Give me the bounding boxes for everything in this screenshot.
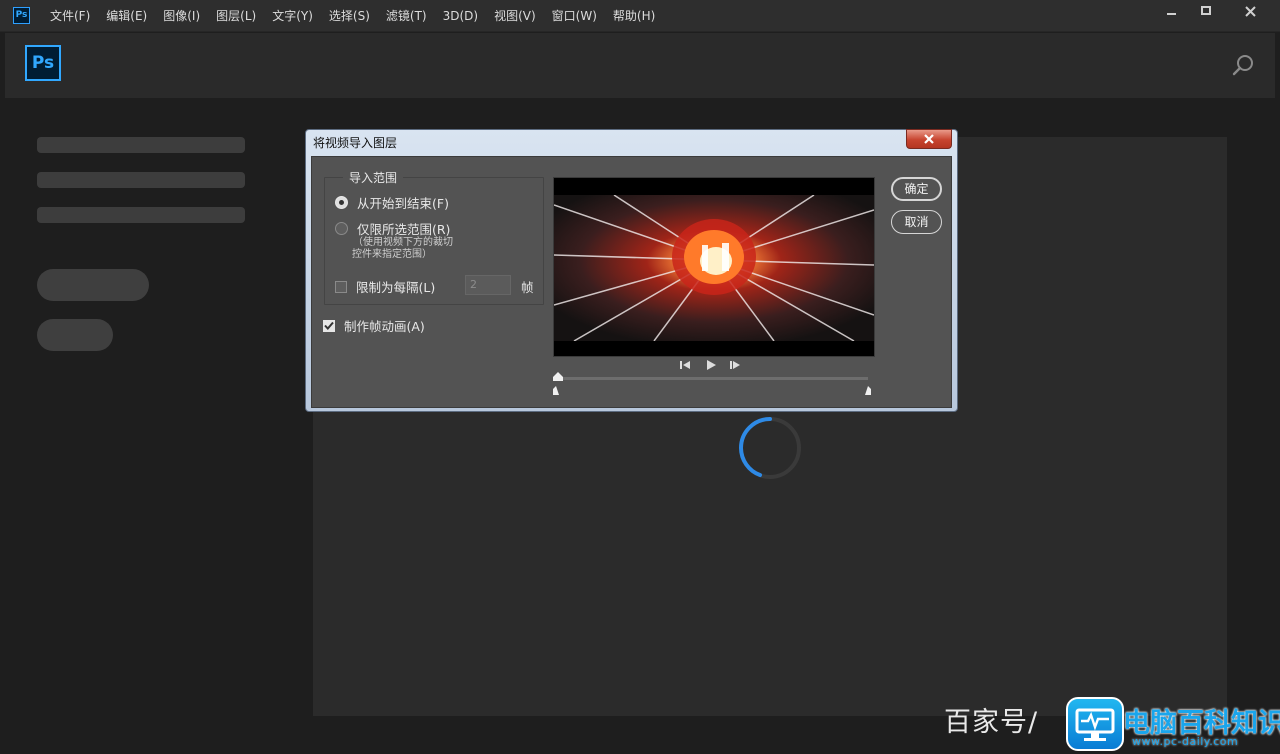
range-hint-line2: 控件来指定范围）: [352, 249, 432, 260]
make-frame-animation-row[interactable]: 制作帧动画(A): [323, 316, 425, 335]
limit-every-input[interactable]: 2: [465, 275, 511, 295]
menu-type[interactable]: 文字(Y): [264, 0, 321, 32]
skeleton-line: [37, 137, 245, 153]
menu-bar: Ps 文件(F) 编辑(E) 图像(I) 图层(L) 文字(Y) 选择(S) 滤…: [0, 0, 1280, 32]
limit-every-checkbox[interactable]: [335, 280, 347, 293]
import-range-label: 导入范围: [343, 169, 404, 186]
radio-selected-range[interactable]: 仅限所选范围(R): [335, 219, 450, 238]
video-frame-image: [554, 195, 874, 341]
import-range-group: 导入范围 从开始到结束(F) 仅限所选范围(R) （使用视频下方的裁切 控件来指…: [324, 169, 544, 305]
menu-filter[interactable]: 滤镜(T): [378, 0, 435, 32]
radio-unchecked-icon[interactable]: [335, 222, 348, 235]
watermark-source-text: 百家号/: [944, 707, 1039, 738]
close-icon: [924, 134, 934, 144]
minimize-icon: [1167, 13, 1176, 15]
limit-every-label: 限制为每隔(L): [356, 280, 436, 295]
menu-3d[interactable]: 3D(D): [435, 0, 486, 32]
range-hint-line1: （使用视频下方的裁切: [353, 237, 453, 248]
menu-select[interactable]: 选择(S): [321, 0, 378, 32]
dialog-body: 导入范围 从开始到结束(F) 仅限所选范围(R) （使用视频下方的裁切 控件来指…: [311, 156, 952, 408]
watermark-badge: 电脑百科知识 www.pc-daily.com: [1066, 695, 1280, 751]
menu-view[interactable]: 视图(V): [486, 0, 544, 32]
make-frame-animation-checkbox[interactable]: [323, 319, 335, 332]
menu-image[interactable]: 图像(I): [155, 0, 208, 32]
video-preview: [553, 177, 875, 357]
menu-edit[interactable]: 编辑(E): [98, 0, 155, 32]
skeleton-line: [37, 172, 245, 188]
cancel-button[interactable]: 取消: [891, 210, 942, 234]
ok-button[interactable]: 确定: [891, 177, 942, 201]
dialog-title: 将视频导入图层: [313, 136, 398, 150]
video-timeline[interactable]: [556, 377, 868, 380]
close-icon: [1244, 5, 1256, 17]
playback-controls: [680, 360, 742, 370]
window-controls: [1155, 0, 1277, 22]
photoshop-logo: Ps: [25, 45, 61, 81]
search-icon[interactable]: [1231, 53, 1255, 77]
app-header: Ps: [5, 33, 1275, 98]
radio-checked-icon[interactable]: [335, 196, 348, 209]
app-icon[interactable]: Ps: [13, 7, 30, 24]
radio-selected-range-label: 仅限所选范围(R): [357, 222, 451, 237]
make-frame-animation-label: 制作帧动画(A): [344, 319, 425, 334]
import-video-dialog: 将视频导入图层 导入范围 从开始到结束(F) 仅限所选范围(R) （使用视频下方…: [305, 129, 958, 412]
checkmark-icon: [324, 321, 334, 330]
maximize-icon: [1200, 6, 1211, 15]
skeleton-line: [37, 207, 245, 223]
window-close-button[interactable]: [1223, 0, 1277, 22]
menu-help[interactable]: 帮助(H): [605, 0, 663, 32]
menu-file[interactable]: 文件(F): [42, 0, 98, 32]
maximize-button[interactable]: [1189, 0, 1223, 22]
skeleton-button: [37, 319, 113, 351]
radio-from-start-label: 从开始到结束(F): [357, 196, 449, 211]
watermark-url: www.pc-daily.com: [1132, 735, 1239, 748]
frames-unit-label: 帧: [521, 280, 534, 295]
trim-start-handle-icon[interactable]: [552, 386, 559, 395]
loading-spinner-icon: [738, 417, 801, 479]
radio-from-start-to-end[interactable]: 从开始到结束(F): [335, 193, 449, 212]
skeleton-button: [37, 269, 149, 301]
step-forward-icon[interactable]: [730, 361, 742, 369]
minimize-button[interactable]: [1155, 0, 1189, 22]
step-back-icon[interactable]: [680, 361, 692, 369]
limit-every-row[interactable]: 限制为每隔(L): [335, 277, 435, 296]
menu-layer[interactable]: 图层(L): [208, 0, 264, 32]
dialog-close-button[interactable]: [906, 129, 952, 149]
play-icon[interactable]: [706, 360, 716, 370]
playhead-icon[interactable]: [553, 372, 563, 381]
menu-window[interactable]: 窗口(W): [544, 0, 605, 32]
watermark-logo-icon: [1066, 697, 1124, 751]
menu-items: 文件(F) 编辑(E) 图像(I) 图层(L) 文字(Y) 选择(S) 滤镜(T…: [42, 0, 663, 32]
trim-end-handle-icon[interactable]: [865, 386, 872, 395]
